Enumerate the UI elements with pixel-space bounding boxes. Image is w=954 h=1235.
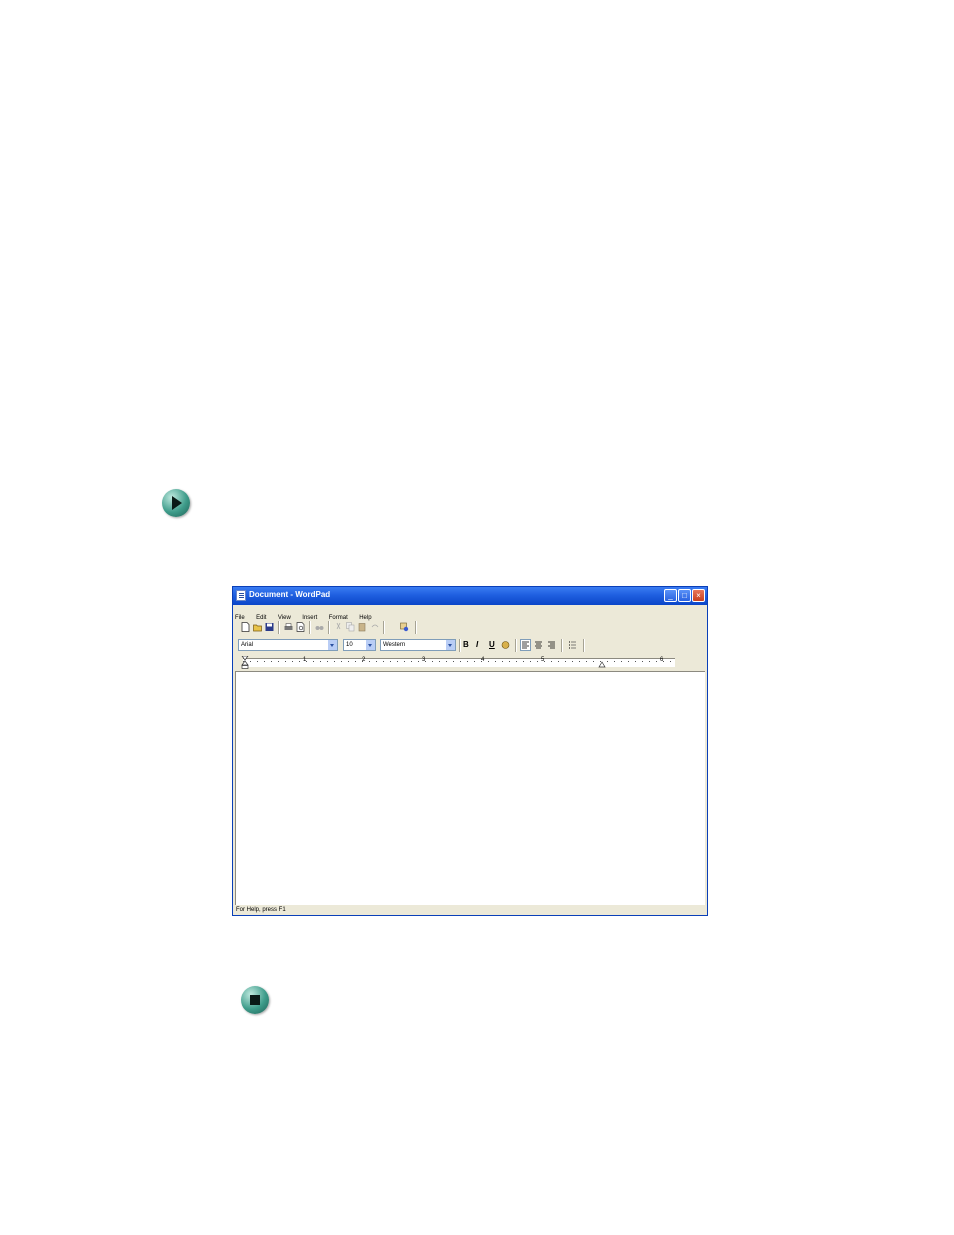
ruler-number: 6	[660, 657, 664, 663]
play-triangle	[172, 496, 182, 510]
underline-button[interactable]: U	[489, 640, 495, 649]
document-text-area[interactable]	[235, 671, 705, 905]
script-value: Western	[383, 642, 406, 648]
chevron-down-icon[interactable]	[328, 640, 337, 650]
close-button[interactable]: ×	[692, 589, 705, 602]
stop-square-icon	[241, 986, 269, 1014]
ruler-strip	[243, 658, 675, 667]
toolbar-separator	[383, 621, 384, 634]
ruler-number: 4	[481, 657, 485, 663]
date-time-icon[interactable]	[400, 622, 409, 632]
toolbar-separator	[515, 639, 516, 652]
ruler[interactable]: 1 2 3 4 5 6	[235, 655, 705, 669]
play-arrow-icon	[162, 489, 190, 517]
copy-icon[interactable]	[346, 622, 355, 632]
script-combo[interactable]: Western	[380, 639, 456, 651]
font-name-value: Arial	[241, 642, 254, 648]
ruler-number: 3	[422, 657, 426, 663]
align-center-icon[interactable]	[534, 640, 543, 650]
minimize-button[interactable]: _	[664, 589, 677, 602]
window-title: Document - WordPad	[249, 590, 331, 599]
toolbar-separator	[309, 621, 310, 634]
font-name-combo[interactable]: Arial	[238, 639, 338, 651]
align-left-icon[interactable]	[520, 639, 531, 651]
toolbar-separator	[328, 621, 329, 634]
bullets-icon[interactable]	[568, 640, 577, 650]
stop-square	[250, 995, 260, 1005]
print-icon[interactable]	[284, 622, 293, 632]
align-right-icon[interactable]	[547, 640, 556, 650]
toolbar-separator	[459, 639, 460, 652]
toolbar-separator	[415, 621, 416, 634]
ruler-number: 1	[303, 657, 307, 663]
font-size-value: 10	[346, 642, 353, 648]
toolbar-separator	[278, 621, 279, 634]
maximize-button[interactable]: □	[678, 589, 691, 602]
chevron-down-icon[interactable]	[446, 640, 455, 650]
cut-scissors-icon[interactable]	[334, 622, 343, 632]
ruler-number: 5	[541, 657, 545, 663]
wordpad-window: Document - WordPad _ □ × File Edit View …	[232, 586, 708, 916]
undo-icon[interactable]	[370, 622, 379, 632]
toolbar-separator	[561, 639, 562, 652]
save-disk-icon[interactable]	[265, 622, 274, 632]
new-document-icon[interactable]	[241, 622, 250, 632]
status-bar: For Help, press F1	[236, 907, 286, 913]
color-palette-icon[interactable]	[501, 640, 510, 650]
print-preview-icon[interactable]	[296, 622, 305, 632]
chevron-down-icon[interactable]	[366, 640, 375, 650]
standard-toolbar	[235, 619, 705, 636]
format-toolbar: Arial 10 Western B I U	[235, 637, 705, 654]
bold-button[interactable]: B	[463, 640, 469, 649]
open-folder-icon[interactable]	[253, 622, 262, 632]
toolbar-separator	[583, 639, 584, 652]
menu-bar: File Edit View Insert Format Help	[235, 606, 705, 621]
right-indent-marker-icon[interactable]	[598, 660, 606, 668]
ruler-number: 2	[362, 657, 366, 663]
italic-button[interactable]: I	[476, 640, 478, 649]
title-bar[interactable]: Document - WordPad _ □ ×	[233, 587, 707, 605]
font-size-combo[interactable]: 10	[343, 639, 376, 651]
left-indent-marker-icon[interactable]	[241, 656, 249, 669]
wordpad-app-icon[interactable]	[236, 590, 246, 601]
find-binoculars-icon[interactable]	[315, 622, 324, 632]
paste-icon[interactable]	[358, 622, 367, 632]
ruler-ticks	[243, 661, 675, 662]
